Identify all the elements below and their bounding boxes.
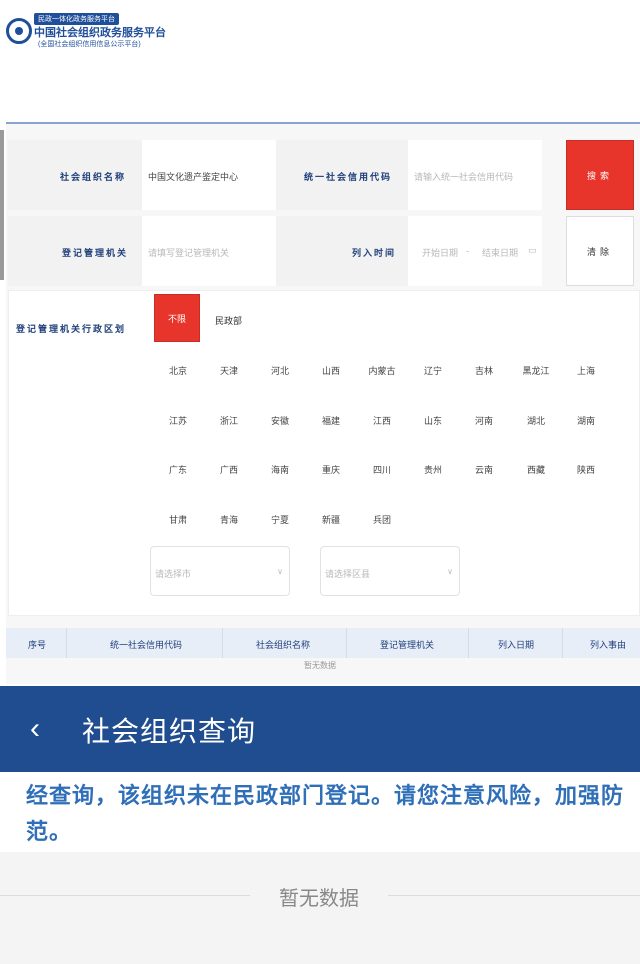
search-button[interactable]: 搜索 bbox=[566, 140, 634, 210]
province-option[interactable]: 兵团 bbox=[362, 513, 402, 526]
divider-left bbox=[0, 895, 250, 896]
province-option[interactable]: 吉林 bbox=[464, 364, 504, 377]
province-option[interactable]: 江苏 bbox=[158, 414, 198, 427]
table-header: 社会组织名称 bbox=[256, 640, 311, 650]
clear-button[interactable]: 清除 bbox=[566, 216, 634, 286]
table-divider bbox=[562, 628, 563, 658]
table-header: 登记管理机关 bbox=[380, 640, 435, 650]
province-option[interactable]: 湖北 bbox=[516, 414, 556, 427]
start-date-placeholder: 开始日期 bbox=[422, 248, 459, 258]
results-table-header: 序号 统一社会信用代码 社会组织名称 登记管理机关 列入日期 列入事由 bbox=[6, 628, 640, 658]
chevron-left-icon[interactable]: ‹ bbox=[30, 712, 40, 746]
province-option[interactable]: 重庆 bbox=[311, 463, 351, 476]
province-option[interactable]: 甘肃 bbox=[158, 513, 198, 526]
table-empty-text: 暂无数据 bbox=[304, 661, 336, 670]
divider-right bbox=[388, 895, 640, 896]
table-divider bbox=[66, 628, 67, 658]
province-option[interactable]: 湖南 bbox=[566, 414, 606, 427]
table-header: 列入日期 bbox=[498, 640, 535, 650]
province-option[interactable]: 山东 bbox=[413, 414, 453, 427]
empty-state-text: 暂无数据 bbox=[279, 888, 359, 910]
province-option[interactable]: 福建 bbox=[311, 414, 351, 427]
region-all-button[interactable]: 不限 bbox=[154, 294, 200, 342]
district-select-placeholder: 请选择区县 bbox=[325, 569, 371, 579]
province-option[interactable]: 辽宁 bbox=[413, 364, 453, 377]
list-time-label: 列入时间 bbox=[352, 248, 397, 258]
province-option[interactable]: 陕西 bbox=[566, 463, 606, 476]
left-edge-bar bbox=[0, 130, 4, 280]
province-option[interactable]: 浙江 bbox=[209, 414, 249, 427]
province-option[interactable]: 贵州 bbox=[413, 463, 453, 476]
end-date-placeholder: 结束日期 bbox=[482, 248, 519, 258]
province-option[interactable]: 黑龙江 bbox=[516, 364, 556, 377]
site-title: 中国社会组织政务服务平台 bbox=[34, 27, 166, 39]
org-name-value: 中国文化遗产鉴定中心 bbox=[148, 172, 239, 182]
province-option[interactable]: 广东 bbox=[158, 463, 198, 476]
province-option[interactable]: 河北 bbox=[260, 364, 300, 377]
region-label: 登记管理机关行政区划 bbox=[16, 324, 127, 334]
province-option[interactable]: 新疆 bbox=[311, 513, 351, 526]
province-option[interactable]: 云南 bbox=[464, 463, 504, 476]
province-option[interactable]: 四川 bbox=[362, 463, 402, 476]
province-option[interactable]: 安徽 bbox=[260, 414, 300, 427]
chevron-down-icon: ∨ bbox=[277, 567, 283, 576]
query-result-notice: 经查询，该组织未在民政部门登记。请您注意风险，加强防范。 bbox=[26, 783, 625, 844]
calendar-icon: ▭ bbox=[528, 245, 537, 255]
site-header: 民政一体化政务服务平台 中国社会组织政务服务平台 (全国社会组织信用信息公示平台… bbox=[0, 0, 640, 120]
org-name-label: 社会组织名称 bbox=[60, 172, 127, 182]
province-option[interactable]: 西藏 bbox=[516, 463, 556, 476]
province-option[interactable]: 河南 bbox=[464, 414, 504, 427]
province-option[interactable]: 山西 bbox=[311, 364, 351, 377]
table-header: 统一社会信用代码 bbox=[110, 640, 183, 650]
table-divider bbox=[346, 628, 347, 658]
province-option[interactable]: 北京 bbox=[158, 364, 198, 377]
district-select[interactable]: 请选择区县 ∨ bbox=[320, 546, 460, 596]
chevron-down-icon: ∨ bbox=[447, 567, 453, 576]
table-divider bbox=[468, 628, 469, 658]
region-ministry-option[interactable]: 民政部 bbox=[215, 314, 242, 327]
credit-code-label: 统一社会信用代码 bbox=[304, 172, 393, 182]
province-option[interactable]: 海南 bbox=[260, 463, 300, 476]
authority-placeholder: 请填写登记管理机关 bbox=[148, 248, 230, 258]
province-option[interactable]: 广西 bbox=[209, 463, 249, 476]
province-option[interactable]: 江西 bbox=[362, 414, 402, 427]
date-separator: - bbox=[466, 246, 469, 256]
province-option[interactable]: 上海 bbox=[566, 364, 606, 377]
province-option[interactable]: 内蒙古 bbox=[362, 364, 402, 377]
province-option[interactable]: 天津 bbox=[209, 364, 249, 377]
table-header: 序号 bbox=[28, 640, 47, 650]
table-header: 列入事由 bbox=[590, 640, 627, 650]
site-subtitle: (全国社会组织信用信息公示平台) bbox=[38, 41, 141, 48]
city-select[interactable]: 请选择市 ∨ bbox=[150, 546, 290, 596]
table-divider bbox=[222, 628, 223, 658]
credit-code-placeholder: 请输入统一社会信用代码 bbox=[414, 172, 514, 182]
logo-icon bbox=[6, 18, 32, 44]
city-select-placeholder: 请选择市 bbox=[155, 569, 192, 579]
province-option[interactable]: 宁夏 bbox=[260, 513, 300, 526]
app-page-title: 社会组织查询 bbox=[82, 716, 257, 747]
province-option[interactable]: 青海 bbox=[209, 513, 249, 526]
authority-label: 登记管理机关 bbox=[62, 248, 129, 258]
